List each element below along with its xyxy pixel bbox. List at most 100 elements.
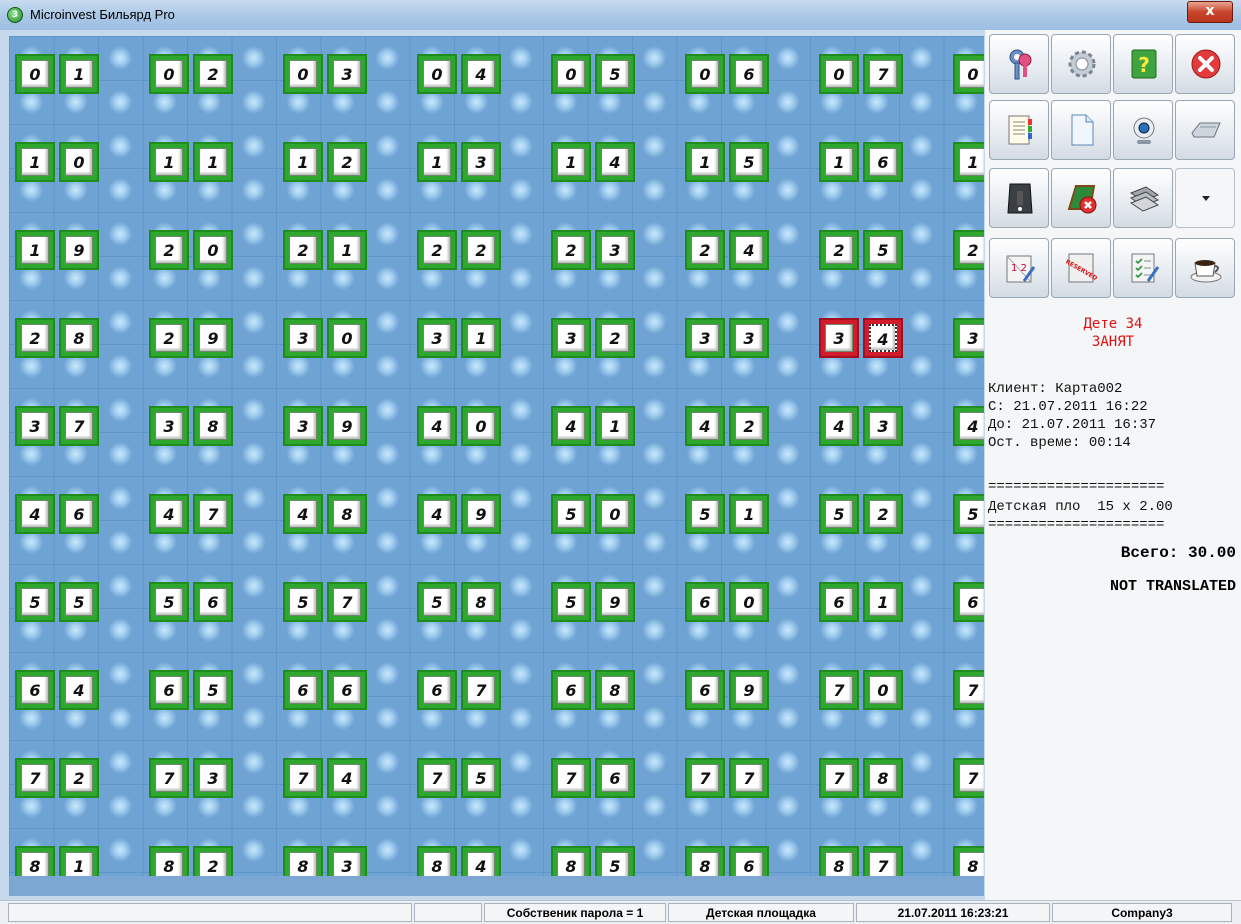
table-19-digit-1[interactable]: 1 [15, 230, 55, 270]
table-59-digit-2[interactable]: 9 [595, 582, 635, 622]
table-30-digit-2[interactable]: 0 [327, 318, 367, 358]
table-32-digit-1[interactable]: 3 [551, 318, 591, 358]
table-14-digit-1[interactable]: 1 [551, 142, 591, 182]
document-button[interactable] [1051, 100, 1111, 160]
table-52-digit-2[interactable]: 2 [863, 494, 903, 534]
table-19-digit-2[interactable]: 9 [59, 230, 99, 270]
table-67-digit-2[interactable]: 7 [461, 670, 501, 710]
webcam-button[interactable] [1113, 100, 1173, 160]
table-47-digit-2[interactable]: 7 [193, 494, 233, 534]
table-58-digit-2[interactable]: 8 [461, 582, 501, 622]
table-23-digit-1[interactable]: 2 [551, 230, 591, 270]
table-06-digit-2[interactable]: 6 [729, 54, 769, 94]
table-81-digit-1[interactable]: 8 [15, 846, 55, 876]
table-42-digit-1[interactable]: 4 [685, 406, 725, 446]
table-01-digit-2[interactable]: 1 [59, 54, 99, 94]
table-78-digit-1[interactable]: 7 [819, 758, 859, 798]
table-11-digit-2[interactable]: 1 [193, 142, 233, 182]
table-05-digit-1[interactable]: 0 [551, 54, 591, 94]
table-40-digit-2[interactable]: 0 [461, 406, 501, 446]
table-48-digit-1[interactable]: 4 [283, 494, 323, 534]
table-50-digit-1[interactable]: 5 [551, 494, 591, 534]
table-49-digit-2[interactable]: 9 [461, 494, 501, 534]
table-32-digit-2[interactable]: 2 [595, 318, 635, 358]
table-38-digit-1[interactable]: 3 [149, 406, 189, 446]
table-75-digit-1[interactable]: 7 [417, 758, 457, 798]
table-29-digit-1[interactable]: 2 [149, 318, 189, 358]
table-56-digit-2[interactable]: 6 [193, 582, 233, 622]
table-23-digit-2[interactable]: 3 [595, 230, 635, 270]
coffee-button[interactable] [1175, 238, 1235, 298]
table-82-digit-2[interactable]: 2 [193, 846, 233, 876]
table-81-digit-2[interactable]: 1 [59, 846, 99, 876]
table-33-digit-2[interactable]: 3 [729, 318, 769, 358]
table-31-digit-2[interactable]: 1 [461, 318, 501, 358]
table-07-digit-2[interactable]: 7 [863, 54, 903, 94]
table-83-digit-2[interactable]: 3 [327, 846, 367, 876]
exit-button[interactable] [1175, 34, 1235, 94]
table-68-digit-2[interactable]: 8 [595, 670, 635, 710]
table-70-digit-2[interactable]: 0 [863, 670, 903, 710]
table-28-digit-2[interactable]: 8 [59, 318, 99, 358]
table-57-digit-1[interactable]: 5 [283, 582, 323, 622]
table-14-digit-2[interactable]: 4 [595, 142, 635, 182]
table-46-digit-1[interactable]: 4 [15, 494, 55, 534]
table-43-digit-2[interactable]: 3 [863, 406, 903, 446]
table-82-digit-1[interactable]: 8 [149, 846, 189, 876]
table-84-digit-1[interactable]: 8 [417, 846, 457, 876]
table-04-digit-1[interactable]: 0 [417, 54, 457, 94]
table-71-digit-1[interactable]: 7 [953, 670, 984, 710]
table-87-digit-2[interactable]: 7 [863, 846, 903, 876]
table-16-digit-1[interactable]: 1 [819, 142, 859, 182]
table-21-digit-1[interactable]: 2 [283, 230, 323, 270]
table-22-digit-2[interactable]: 2 [461, 230, 501, 270]
table-52-digit-1[interactable]: 5 [819, 494, 859, 534]
table-51-digit-2[interactable]: 1 [729, 494, 769, 534]
table-38-digit-2[interactable]: 8 [193, 406, 233, 446]
billiard-table-button[interactable] [989, 168, 1049, 228]
table-44-digit-1[interactable]: 4 [953, 406, 984, 446]
table-02-digit-2[interactable]: 2 [193, 54, 233, 94]
table-61-digit-1[interactable]: 6 [819, 582, 859, 622]
table-83-digit-1[interactable]: 8 [283, 846, 323, 876]
settings-button[interactable] [1051, 34, 1111, 94]
table-48-digit-2[interactable]: 8 [327, 494, 367, 534]
table-15-digit-1[interactable]: 1 [685, 142, 725, 182]
table-77-digit-1[interactable]: 7 [685, 758, 725, 798]
table-87-digit-1[interactable]: 8 [819, 846, 859, 876]
table-05-digit-2[interactable]: 5 [595, 54, 635, 94]
reserved-button[interactable]: RESERVED [1051, 238, 1111, 298]
table-11-digit-1[interactable]: 1 [149, 142, 189, 182]
table-03-digit-1[interactable]: 0 [283, 54, 323, 94]
table-41-digit-1[interactable]: 4 [551, 406, 591, 446]
table-88-digit-1[interactable]: 8 [953, 846, 984, 876]
table-21-digit-2[interactable]: 1 [327, 230, 367, 270]
table-04-digit-2[interactable]: 4 [461, 54, 501, 94]
more-dropdown-button[interactable] [1175, 168, 1235, 228]
table-69-digit-1[interactable]: 6 [685, 670, 725, 710]
table-01-digit-1[interactable]: 0 [15, 54, 55, 94]
table-85-digit-1[interactable]: 8 [551, 846, 591, 876]
checklist-button[interactable] [1113, 238, 1173, 298]
table-72-digit-2[interactable]: 2 [59, 758, 99, 798]
table-30-digit-1[interactable]: 3 [283, 318, 323, 358]
table-78-digit-2[interactable]: 8 [863, 758, 903, 798]
table-17-digit-1[interactable]: 1 [953, 142, 984, 182]
scanner-button[interactable] [1175, 100, 1235, 160]
cancel-table-button[interactable] [1051, 168, 1111, 228]
table-13-digit-2[interactable]: 3 [461, 142, 501, 182]
table-61-digit-2[interactable]: 1 [863, 582, 903, 622]
table-37-digit-2[interactable]: 7 [59, 406, 99, 446]
table-10-digit-1[interactable]: 1 [15, 142, 55, 182]
table-67-digit-1[interactable]: 6 [417, 670, 457, 710]
table-29-digit-2[interactable]: 9 [193, 318, 233, 358]
table-43-digit-1[interactable]: 4 [819, 406, 859, 446]
table-70-digit-1[interactable]: 7 [819, 670, 859, 710]
table-69-digit-2[interactable]: 9 [729, 670, 769, 710]
table-42-digit-2[interactable]: 2 [729, 406, 769, 446]
table-85-digit-2[interactable]: 5 [595, 846, 635, 876]
table-07-digit-1[interactable]: 0 [819, 54, 859, 94]
table-39-digit-2[interactable]: 9 [327, 406, 367, 446]
table-66-digit-2[interactable]: 6 [327, 670, 367, 710]
table-02-digit-1[interactable]: 0 [149, 54, 189, 94]
